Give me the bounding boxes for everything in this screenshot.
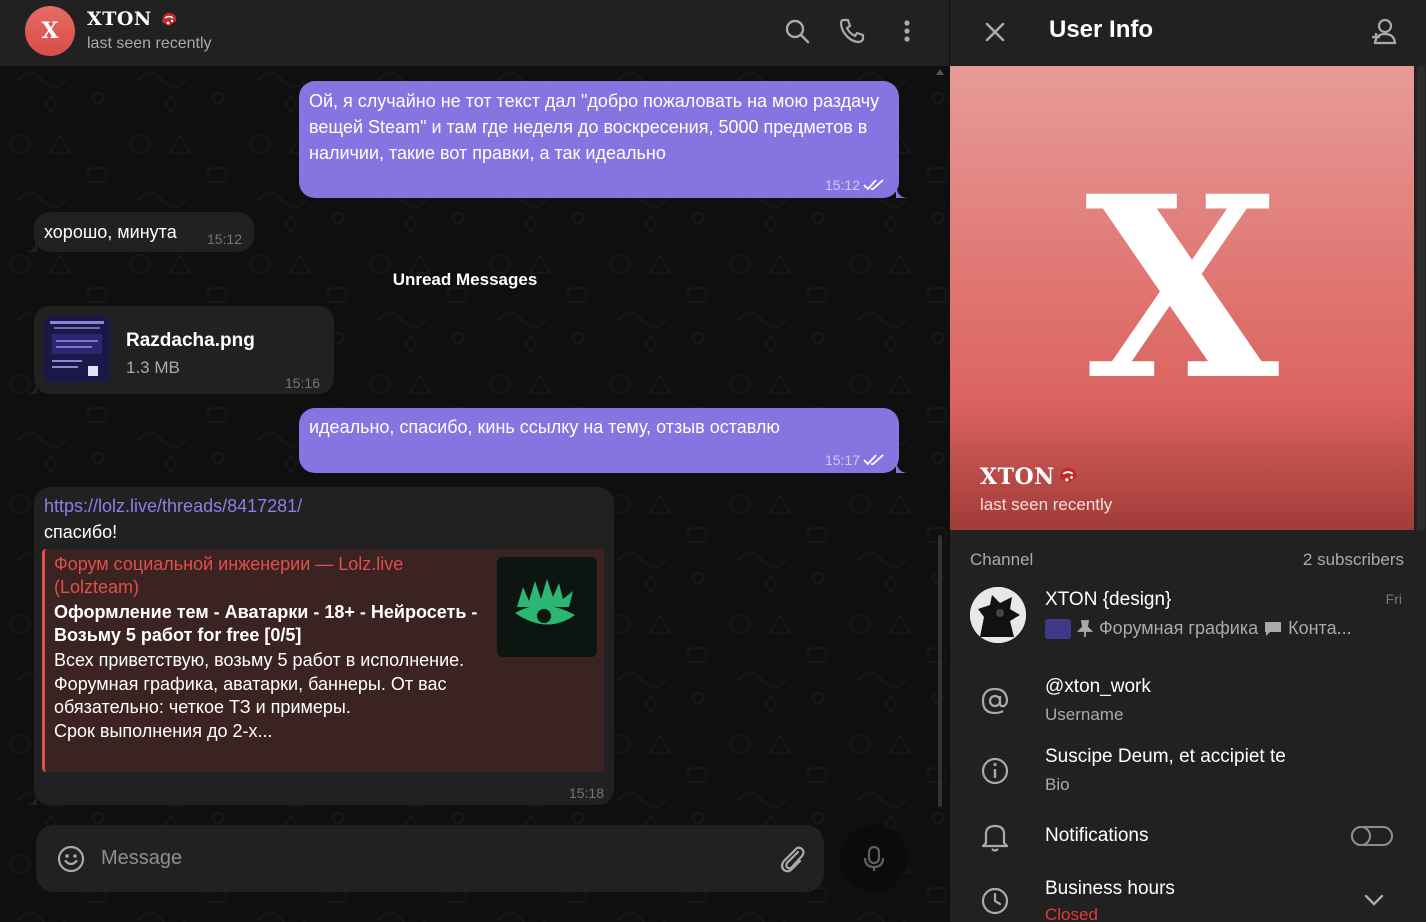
pin-icon	[1077, 619, 1093, 637]
username-label: Username	[1045, 705, 1124, 724]
channel-last-post-more: Конта...	[1288, 618, 1352, 638]
profile-photo[interactable]: X XTON last seen recently	[950, 66, 1414, 530]
chat-panel: X XTON last seen recently Ой, я случайно…	[0, 0, 949, 922]
message-time: 15:16	[284, 375, 320, 391]
message-text: спасибо!	[44, 522, 118, 542]
chat-bubble-icon	[1265, 621, 1282, 636]
message-bubble-incoming[interactable]: хорошо, минута 15:12	[25, 212, 254, 252]
notifications-label: Notifications	[1045, 825, 1149, 846]
message-bubble-outgoing[interactable]: Ой, я случайно не тот текст дал "добро п…	[299, 81, 908, 198]
message-meta: 15:12	[207, 231, 242, 247]
bubble-tail	[896, 457, 908, 473]
lolz-logo-icon	[497, 557, 597, 657]
profile-status: last seen recently	[980, 495, 1113, 514]
message-input[interactable]	[101, 825, 741, 892]
channel-last-post: Форумная графика Конта...	[1045, 618, 1400, 639]
bubble-tail	[896, 182, 908, 198]
emoji-status-icon	[1059, 467, 1077, 484]
file-name[interactable]: Razdacha.png	[126, 328, 255, 354]
username-value: @xton_work	[1045, 676, 1151, 697]
channel-section-label: Channel	[970, 550, 1034, 569]
double-check-icon	[863, 179, 884, 191]
user-info-header: User Info	[950, 0, 1426, 66]
file-preview-image	[44, 316, 110, 382]
attach-icon[interactable]	[776, 843, 808, 875]
message-meta: 15:17	[825, 452, 885, 468]
message-text: Ой, я случайно не тот текст дал "добро п…	[309, 91, 880, 163]
more-vertical-icon	[904, 20, 910, 42]
bubble-tail	[25, 378, 37, 394]
profile-avatar-letter: X	[1085, 141, 1279, 435]
profile-name: XTON	[980, 464, 1055, 490]
message-file-incoming[interactable]: Razdacha.png 1.3 MB 15:16	[25, 306, 334, 394]
unread-separator: Unread Messages	[392, 270, 538, 289]
link-preview-image	[497, 557, 597, 657]
info-scrollbar[interactable]	[1417, 66, 1425, 530]
user-info-panel: User Info X XTON last seen recently Chan…	[949, 0, 1426, 922]
clock-icon	[981, 887, 1009, 915]
business-hours-label: Business hours	[1045, 878, 1175, 899]
add-contact-icon[interactable]	[1368, 15, 1402, 49]
business-hours-status: Closed	[1045, 905, 1098, 922]
contact-avatar[interactable]: X	[25, 6, 75, 56]
message-time: 15:12	[206, 231, 242, 247]
scroll-arrow-icon[interactable]	[936, 69, 944, 75]
close-icon[interactable]	[978, 15, 1012, 49]
emoji-icon[interactable]	[56, 844, 86, 874]
microphone-icon	[863, 845, 884, 871]
contact-avatar-letter: X	[41, 18, 59, 44]
call-button[interactable]	[835, 14, 869, 48]
channel-subscribers: 2 subscribers	[1302, 550, 1404, 569]
message-link[interactable]: https://lolz.live/threads/8417281/	[44, 493, 302, 519]
message-text: хорошо, минута	[44, 222, 177, 242]
message-composer	[36, 825, 824, 892]
message-time: 15:12	[824, 177, 860, 193]
channel-avatar	[970, 587, 1026, 643]
at-sign-icon	[981, 687, 1009, 715]
channel-last-post-text: Форумная графика	[1099, 618, 1259, 638]
user-info-title: User Info	[1049, 16, 1154, 43]
bubble-tail	[25, 789, 37, 805]
search-button[interactable]	[780, 14, 814, 48]
phone-icon	[839, 18, 865, 44]
chevron-down-icon[interactable]	[1358, 884, 1390, 916]
message-meta: 15:16	[285, 375, 320, 391]
file-thumbnail[interactable]	[44, 316, 110, 382]
double-check-icon	[863, 454, 884, 466]
link-preview-description: Всех приветствую, возьму 5 работ в испол…	[54, 650, 465, 741]
message-bubble-outgoing[interactable]: идеально, спасибо, кинь ссылку на тему, …	[299, 408, 908, 473]
link-preview-site: Форум социальной инженерии — Lolz.live (…	[54, 554, 404, 597]
voice-record-button[interactable]	[840, 825, 907, 892]
contact-status: last seen recently	[87, 35, 212, 52]
file-size: 1.3 MB	[126, 358, 180, 377]
contact-name[interactable]: XTON	[87, 8, 152, 30]
message-text: идеально, спасибо, кинь ссылку на тему, …	[309, 417, 780, 437]
channel-date: Fri	[1385, 591, 1402, 607]
message-meta: 15:12	[825, 177, 885, 193]
info-icon	[981, 757, 1009, 785]
link-preview[interactable]: Форум социальной инженерии — Lolz.live (…	[42, 549, 604, 772]
message-time: 15:18	[568, 785, 604, 801]
bubble-tail	[25, 236, 37, 252]
emoji-status-icon	[162, 12, 177, 26]
chat-scrollbar[interactable]	[938, 535, 942, 807]
channel-name: XTON {design}	[1045, 589, 1172, 610]
message-time: 15:17	[824, 452, 860, 468]
chat-header[interactable]: X XTON last seen recently	[0, 0, 949, 66]
message-link-incoming[interactable]: https://lolz.live/threads/8417281/ спаси…	[25, 487, 614, 805]
notifications-toggle[interactable]	[1351, 826, 1393, 846]
message-meta: 15:18	[569, 785, 604, 801]
search-icon	[785, 19, 810, 44]
bio-value: Suscipe Deum, et accipiet te	[1045, 746, 1286, 767]
bell-icon	[981, 824, 1009, 852]
post-thumbnail-icon	[1045, 618, 1071, 639]
link-preview-title: Оформление тем - Аватарки - 18+ - Нейрос…	[54, 602, 478, 645]
more-button[interactable]	[890, 14, 924, 48]
channel-avatar-image	[970, 587, 1026, 643]
bio-label: Bio	[1045, 775, 1070, 794]
